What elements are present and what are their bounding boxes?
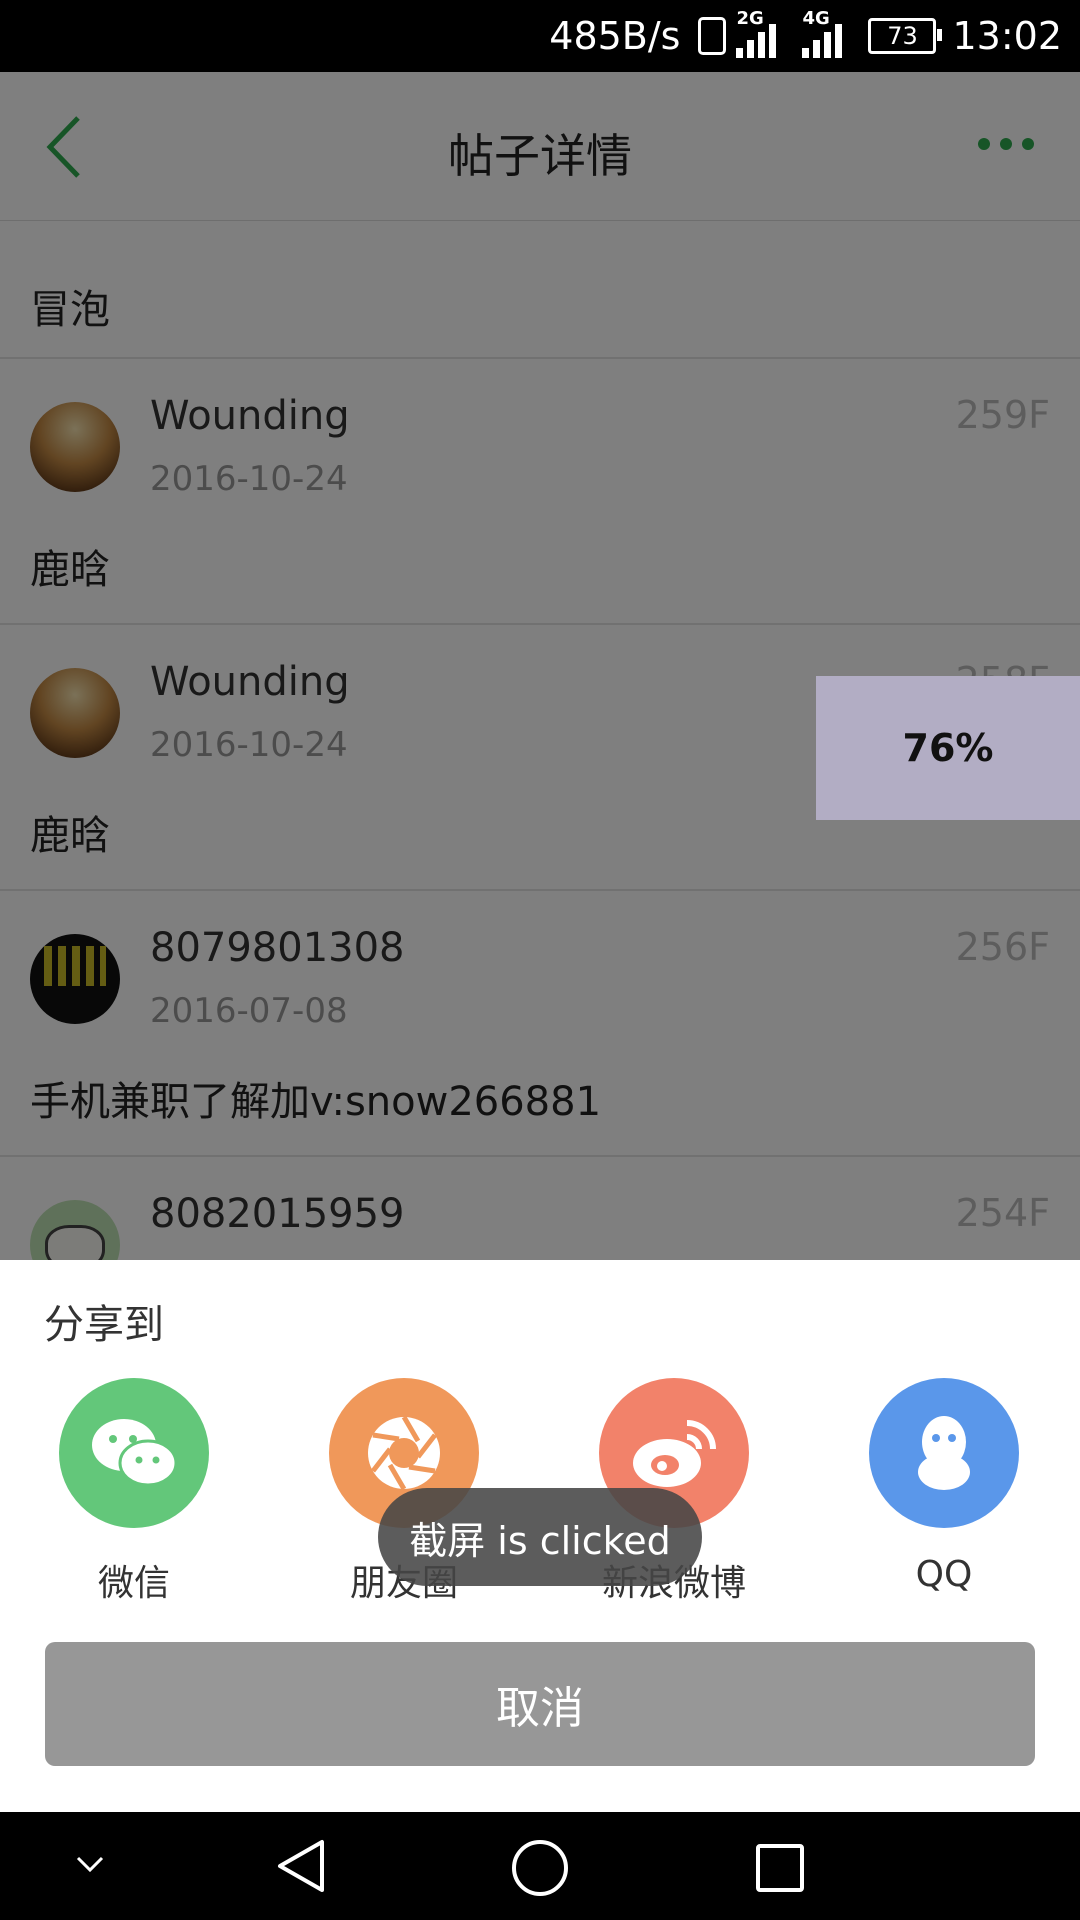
battery-icon: 73 bbox=[868, 18, 943, 54]
qq-icon bbox=[869, 1378, 1019, 1528]
share-wechat-button[interactable]: 微信 bbox=[54, 1378, 214, 1606]
progress-percent: 76% bbox=[902, 726, 994, 770]
toast-message: 截屏 is clicked bbox=[378, 1488, 702, 1586]
wechat-icon bbox=[59, 1378, 209, 1528]
vibrate-icon bbox=[698, 17, 727, 55]
progress-indicator: 76% bbox=[816, 676, 1080, 820]
share-sheet-title: 分享到 bbox=[44, 1302, 164, 1348]
home-nav-icon[interactable] bbox=[508, 1836, 572, 1900]
share-qq-button[interactable]: QQ bbox=[864, 1378, 1024, 1595]
network-speed: 485B/s bbox=[549, 14, 681, 58]
modal-overlay[interactable] bbox=[0, 72, 1080, 1260]
hide-nav-icon[interactable] bbox=[72, 1850, 108, 1880]
battery-level: 73 bbox=[887, 22, 918, 50]
cancel-button[interactable]: 取消 bbox=[45, 1642, 1035, 1766]
signal-4g-icon: 4G bbox=[802, 8, 858, 58]
status-bar: 485B/s 2G 4G 73 13:02 bbox=[0, 0, 1080, 72]
recents-nav-icon[interactable] bbox=[752, 1840, 808, 1896]
clock: 13:02 bbox=[952, 14, 1062, 58]
share-wechat-label: 微信 bbox=[97, 1563, 170, 1604]
signal-2g-icon: 2G bbox=[736, 8, 792, 58]
back-nav-icon[interactable] bbox=[272, 1836, 330, 1896]
share-qq-label: QQ bbox=[915, 1554, 973, 1595]
navigation-bar bbox=[0, 1812, 1080, 1920]
